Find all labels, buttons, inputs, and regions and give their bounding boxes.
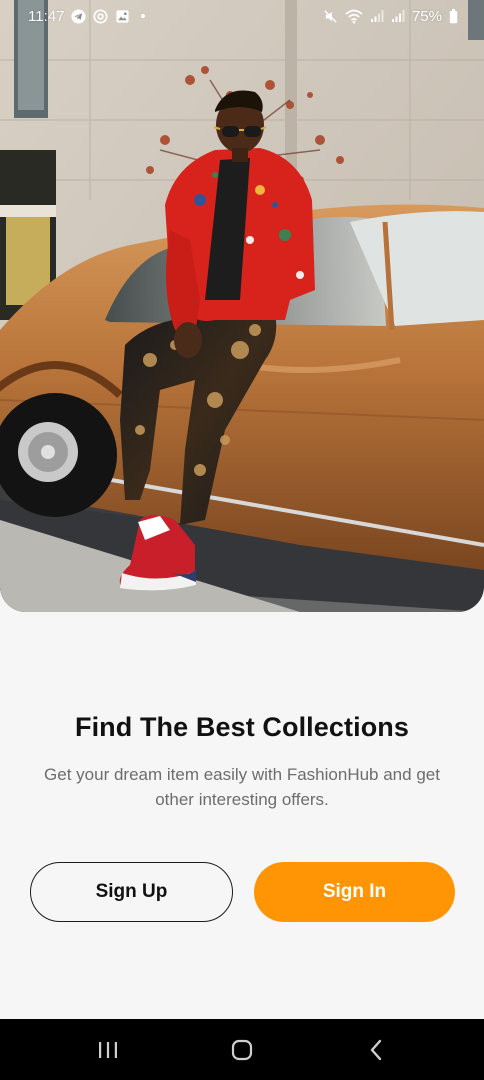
sign-up-button[interactable]: Sign Up — [30, 862, 233, 922]
battery-percent: 75% — [411, 7, 442, 25]
battery-icon — [449, 8, 458, 24]
at-sign-icon — [93, 8, 108, 24]
recent-apps-icon[interactable] — [96, 1038, 120, 1062]
fashion-photo — [0, 0, 484, 612]
status-time: 11:47 — [28, 7, 65, 25]
back-icon[interactable] — [364, 1038, 388, 1062]
gallery-icon — [115, 9, 130, 24]
page-subtitle: Get your dream item easily with FashionH… — [44, 765, 440, 809]
hero-image — [0, 0, 484, 612]
signal-icon-secondary — [391, 9, 405, 23]
mute-icon — [323, 9, 338, 24]
telegram-icon — [71, 8, 86, 24]
notification-dot-icon — [141, 14, 146, 18]
home-icon[interactable] — [230, 1038, 254, 1062]
status-bar: 11:47 75% — [0, 0, 484, 32]
sign-in-button[interactable]: Sign In — [254, 862, 455, 922]
status-left: 11:47 — [28, 7, 146, 25]
signal-icon — [370, 9, 384, 23]
wifi-icon — [345, 9, 363, 24]
navigation-bar — [0, 1019, 484, 1080]
status-right: 75% — [323, 8, 458, 25]
page-title: Find The Best Collections — [74, 712, 410, 742]
